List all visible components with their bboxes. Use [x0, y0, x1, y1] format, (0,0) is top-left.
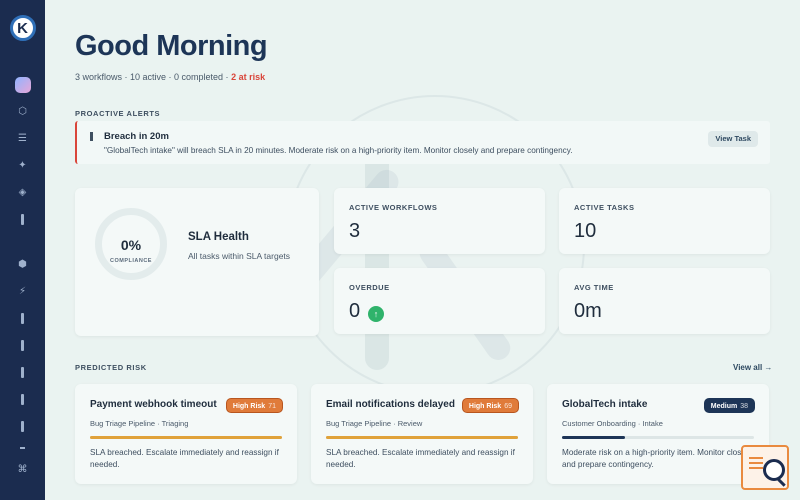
risk-badge-label: High Risk [232, 403, 266, 410]
sla-compliance-label: COMPLIANCE [110, 258, 152, 264]
page-title: Good Morning [75, 30, 268, 62]
risk-progress-bar [90, 436, 282, 439]
sla-title: SLA Health [188, 231, 249, 243]
stat-card-active-workflows[interactable]: ACTIVE WORKFLOWS 3 [334, 188, 545, 254]
risk-progress-fill [90, 436, 282, 439]
sidebar-item-list[interactable]: ☰ [0, 125, 45, 152]
bar-icon [21, 367, 24, 378]
dash-icon [20, 447, 25, 449]
stat-value: 10 [574, 220, 597, 242]
risk-badge-label: High Risk [468, 403, 502, 410]
stat-value: 0 [349, 300, 361, 322]
page-summary: 3 workflows · 10 active · 0 completed · … [75, 72, 265, 82]
risk-score: 69 [504, 403, 512, 410]
main-content: Good Morning 3 workflows · 10 active · 0… [45, 0, 800, 500]
alerts-section-label: PROACTIVE ALERTS [75, 109, 161, 118]
risk-card[interactable]: Email notifications delayed High Risk 69 … [311, 384, 533, 484]
risk-card-title: GlobalTech intake [562, 399, 648, 410]
sla-compliance-value: 0% [120, 237, 142, 253]
stat-value: 0m [574, 300, 602, 322]
trend-up-icon: ↑ [368, 306, 384, 322]
bar-icon [21, 421, 24, 432]
sla-subtitle: All tasks within SLA targets [188, 251, 291, 261]
stat-label: ACTIVE WORKFLOWS [349, 203, 438, 212]
risk-card-title: Email notifications delayed [326, 399, 455, 410]
view-task-button[interactable]: View Task [708, 131, 758, 147]
home-icon [14, 76, 31, 93]
hexagon-icon: ⬢ [18, 259, 27, 270]
stat-card-active-tasks[interactable]: ACTIVE TASKS 10 [559, 188, 770, 254]
sidebar-item-bar-5[interactable] [0, 413, 45, 440]
risk-card-pipeline: Bug Triage Pipeline · Triaging [90, 419, 189, 428]
bolt-icon: ⚡ [18, 286, 27, 297]
stat-label: AVG TIME [574, 283, 614, 292]
diamond-icon: ◈ [18, 187, 27, 198]
summary-text: 3 workflows · 10 active · 0 completed · [75, 72, 232, 82]
sidebar-item-bolt[interactable]: ⚡ [0, 278, 45, 305]
sparkle-icon: ✦ [18, 160, 27, 171]
risk-progress-bar [562, 436, 754, 439]
risk-card-title: Payment webhook timeout [90, 399, 217, 410]
risk-card[interactable]: GlobalTech intake Medium 38 Customer Onbo… [547, 384, 769, 484]
sidebar-item-bar-4[interactable] [0, 386, 45, 413]
risk-card[interactable]: Payment webhook timeout High Risk 71 Bug … [75, 384, 297, 484]
document-lines-icon [749, 457, 763, 459]
risk-card-text: SLA breached. Escalate immediately and r… [90, 448, 279, 469]
sidebar-item-hexagon[interactable]: ⬢ [0, 251, 45, 278]
risk-card-text: SLA breached. Escalate immediately and r… [326, 448, 515, 469]
command-icon: ⌘ [17, 464, 28, 475]
sidebar-item-bars[interactable] [0, 206, 45, 233]
bars-icon [21, 214, 24, 225]
search-helper-widget[interactable] [741, 445, 789, 490]
bar-icon [21, 340, 24, 351]
stat-label: ACTIVE TASKS [574, 203, 635, 212]
risk-card-pipeline: Bug Triage Pipeline · Review [326, 419, 423, 428]
sidebar-item-bar-2[interactable] [0, 332, 45, 359]
alert-bar-icon [90, 132, 93, 141]
sidebar-item-shortcut[interactable]: ⌘ [0, 456, 45, 483]
risk-card-pipeline: Customer Onboarding · Intake [562, 419, 663, 428]
sidebar-item-diamond[interactable]: ◈ [0, 179, 45, 206]
sidebar-item-workflows[interactable]: ⬡ [0, 98, 45, 125]
sidebar: K ⬡ ☰ ✦ ◈ ⬢ ⚡ ⌘ [0, 0, 45, 500]
risk-badge-label: Medium [710, 403, 738, 410]
alert-title: Breach in 20m [104, 131, 169, 142]
magnifier-icon [763, 459, 785, 481]
view-all-link[interactable]: View all → [733, 363, 772, 372]
bar-icon [21, 394, 24, 405]
stat-card-overdue[interactable]: OVERDUE 0 ↑ [334, 268, 545, 334]
app-logo[interactable]: K [9, 15, 36, 41]
sidebar-item-bar-3[interactable] [0, 359, 45, 386]
risk-badge: Medium 38 [703, 398, 755, 413]
stat-value: 3 [349, 220, 361, 242]
sidebar-item-home[interactable] [0, 71, 45, 98]
workflows-icon: ⬡ [18, 106, 27, 117]
stat-label: OVERDUE [349, 283, 390, 292]
sidebar-item-dash[interactable] [0, 440, 45, 456]
risk-score: 71 [268, 403, 276, 410]
sla-health-card[interactable]: 0% COMPLIANCE SLA Health All tasks withi… [75, 188, 319, 336]
risk-card-text: Moderate risk on a high-priority item. M… [562, 448, 752, 469]
risk-count: 2 at risk [231, 72, 266, 82]
predicted-risk-section-label: PREDICTED RISK [75, 363, 147, 372]
magnifier-handle-icon [777, 478, 786, 487]
risk-score: 38 [740, 403, 748, 410]
stat-card-avg-time[interactable]: AVG TIME 0m [559, 268, 770, 334]
risk-progress-fill [562, 436, 626, 439]
alert-item: Breach in 20m "GlobalTech intake" will b… [75, 121, 770, 164]
alert-text: "GlobalTech intake" will breach SLA in 2… [104, 146, 573, 155]
sidebar-item-sparkle[interactable]: ✦ [0, 152, 45, 179]
risk-badge: High Risk 71 [225, 398, 283, 413]
sidebar-item-bar-1[interactable] [0, 305, 45, 332]
bar-icon [21, 313, 24, 324]
list-icon: ☰ [18, 133, 27, 144]
risk-badge: High Risk 69 [461, 398, 519, 413]
risk-progress-bar [326, 436, 518, 439]
risk-progress-fill [326, 436, 518, 439]
sla-compliance-ring: 0% COMPLIANCE [95, 208, 167, 280]
